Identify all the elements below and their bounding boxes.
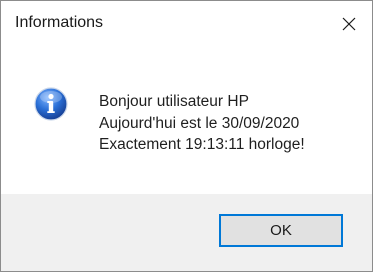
message-box-dialog: Informations Bonjour utilisateur HP Aujo… <box>0 0 373 272</box>
info-icon <box>34 87 68 121</box>
message-line-time: Exactement 19:13:11 horloge! <box>99 136 305 153</box>
message-area: Bonjour utilisateur HP Aujourd'hui est l… <box>1 47 372 194</box>
button-bar: OK <box>1 194 372 271</box>
message-text: Bonjour utilisateur HP Aujourd'hui est l… <box>99 91 305 156</box>
ok-button[interactable]: OK <box>219 214 343 247</box>
window-title: Informations <box>15 14 104 31</box>
message-line-date: Aujourd'hui est le 30/09/2020 <box>99 114 300 132</box>
close-button[interactable] <box>326 1 372 47</box>
close-icon <box>342 17 356 31</box>
title-bar[interactable]: Informations <box>1 1 372 47</box>
message-line-greeting: Bonjour utilisateur HP <box>99 93 249 110</box>
